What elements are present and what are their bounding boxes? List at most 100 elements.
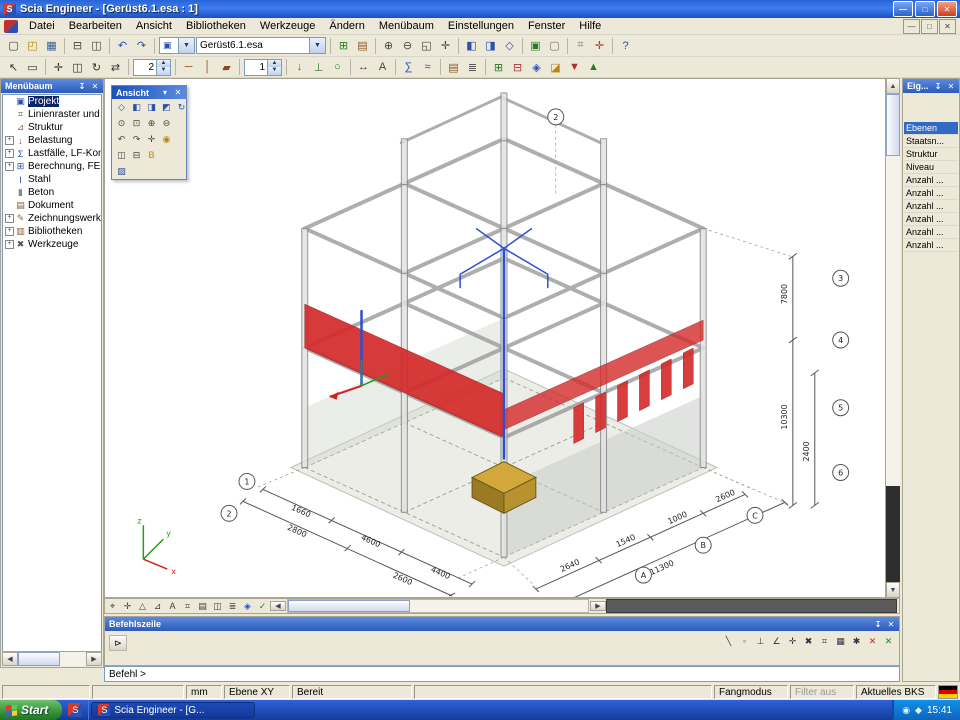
wireframe-icon[interactable]: ▢ bbox=[545, 37, 564, 54]
spinner-up-icon[interactable]: ▲ bbox=[268, 60, 281, 68]
support-icon[interactable]: ⊥ bbox=[309, 59, 328, 76]
load-icon[interactable]: ↓ bbox=[290, 59, 309, 76]
spinner-arrows[interactable]: ▲▼ bbox=[156, 60, 170, 75]
snap-star-icon[interactable]: ✱ bbox=[849, 634, 864, 648]
select-rect-icon[interactable]: ▭ bbox=[23, 59, 42, 76]
tree-item-projekt[interactable]: ▣Projekt bbox=[3, 95, 101, 108]
property-row-3[interactable]: Niveau bbox=[904, 161, 958, 174]
zoom-in-icon[interactable]: ⊕ bbox=[379, 37, 398, 54]
rotate-icon[interactable]: ↻ bbox=[87, 59, 106, 76]
tray-network-icon[interactable]: ◉ bbox=[902, 705, 910, 716]
close-icon[interactable]: ✕ bbox=[885, 619, 897, 630]
tree-item-stahl[interactable]: IStahl bbox=[3, 173, 101, 186]
render-icon[interactable]: ▣ bbox=[526, 37, 545, 54]
snap-grid-icon[interactable]: ⌗ bbox=[817, 634, 832, 648]
layers-icon[interactable]: ≣ bbox=[463, 59, 482, 76]
move-icon[interactable]: ✛ bbox=[49, 59, 68, 76]
menu-ändern[interactable]: Ändern bbox=[322, 18, 371, 34]
zoom-all-icon[interactable]: ⊙ bbox=[114, 116, 129, 130]
zoom-window-icon[interactable]: ⊡ bbox=[129, 116, 144, 130]
window-icon[interactable]: ◫ bbox=[210, 599, 225, 613]
scrollbar-track[interactable] bbox=[287, 599, 589, 613]
document-icon[interactable]: ▤ bbox=[444, 59, 463, 76]
tree-item-lastfaelle[interactable]: +ΣLastfälle, LF-Komb bbox=[3, 147, 101, 160]
plate-icon[interactable]: ▰ bbox=[217, 59, 236, 76]
close-icon[interactable]: ✕ bbox=[945, 81, 957, 92]
zoom-out-icon[interactable]: ⊖ bbox=[159, 116, 174, 130]
calculation-icon[interactable]: ∑ bbox=[399, 59, 418, 76]
view-axo-icon[interactable]: ◇ bbox=[500, 37, 519, 54]
viewport-vertical-scrollbar[interactable]: ▲ ▼ bbox=[886, 78, 900, 598]
expander-icon[interactable]: + bbox=[5, 240, 14, 249]
ansicht-header[interactable]: Ansicht ▾✕ bbox=[112, 86, 186, 99]
pin-icon[interactable]: ↧ bbox=[932, 81, 944, 92]
snap-perpendicular-icon[interactable]: ⊥ bbox=[753, 634, 768, 648]
snap-accept-icon[interactable]: ✕ bbox=[881, 634, 896, 648]
view-front-icon[interactable]: ◧ bbox=[462, 37, 481, 54]
beam-icon[interactable]: ─ bbox=[179, 59, 198, 76]
calculator-icon[interactable]: ⊞ bbox=[334, 37, 353, 54]
expander-icon[interactable]: + bbox=[5, 162, 14, 171]
tree-item-zeichnung[interactable]: +✎Zeichnungswerkz bbox=[3, 212, 101, 225]
chevron-down-icon[interactable]: ▾ bbox=[159, 87, 171, 98]
copy-icon[interactable]: ◫ bbox=[68, 59, 87, 76]
scroll-right-icon[interactable]: ▶ bbox=[86, 652, 102, 666]
tree-item-struktur[interactable]: ⊿Struktur bbox=[3, 121, 101, 134]
scale-spinner[interactable]: 2 ▲▼ bbox=[133, 59, 171, 76]
zoom-out-icon[interactable]: ⊖ bbox=[398, 37, 417, 54]
view-top-icon[interactable]: ◨ bbox=[481, 37, 500, 54]
snap-angle-icon[interactable]: ∠ bbox=[769, 634, 784, 648]
tray-volume-icon[interactable]: ◆ bbox=[915, 705, 922, 716]
chevron-down-icon[interactable]: ▼ bbox=[309, 38, 325, 53]
property-row-6[interactable]: Anzahl ... bbox=[904, 200, 958, 213]
scia-quicklaunch-icon[interactable]: S bbox=[68, 703, 82, 717]
close-button[interactable]: ✕ bbox=[937, 1, 957, 17]
preview-icon[interactable]: ◫ bbox=[87, 37, 106, 54]
tree-item-werkzeuge[interactable]: +✖Werkzeuge bbox=[3, 238, 101, 251]
shrink-icon[interactable]: ▼ bbox=[565, 59, 584, 76]
activity-on-icon[interactable]: ⊞ bbox=[489, 59, 508, 76]
clip-plane-icon[interactable]: ▨ bbox=[114, 164, 129, 178]
new-project-icon[interactable]: ▢ bbox=[4, 37, 23, 54]
expander-icon[interactable]: + bbox=[5, 149, 14, 158]
menu-fenster[interactable]: Fenster bbox=[521, 18, 572, 34]
scrollbar-track[interactable] bbox=[60, 652, 86, 666]
spinner-up-icon[interactable]: ▲ bbox=[157, 60, 170, 68]
property-row-7[interactable]: Anzahl ... bbox=[904, 213, 958, 226]
activity-off-icon[interactable]: ⊟ bbox=[508, 59, 527, 76]
camera-icon[interactable]: ◫ bbox=[114, 148, 129, 162]
dimension-icon[interactable]: ↔ bbox=[354, 59, 373, 76]
slope-icon[interactable]: ⊿ bbox=[150, 599, 165, 613]
tree-item-berechnung[interactable]: +⊞Berechnung, FE-N bbox=[3, 160, 101, 173]
drawing-canvas[interactable]: 1660 4600 4400 2800 2600 2640 1540 1000 … bbox=[104, 78, 886, 598]
scroll-left-icon[interactable]: ◀ bbox=[270, 601, 286, 611]
snap-raster-icon[interactable]: ▦ bbox=[833, 634, 848, 648]
expander-icon[interactable]: + bbox=[5, 214, 14, 223]
engineering-report-icon[interactable]: ▤ bbox=[353, 37, 372, 54]
scroll-left-icon[interactable]: ◀ bbox=[2, 652, 18, 666]
property-row-4[interactable]: Anzahl ... bbox=[904, 174, 958, 187]
menu-menübaum[interactable]: Menübaum bbox=[372, 18, 441, 34]
background-icon[interactable]: B bbox=[144, 148, 159, 162]
menu-einstellungen[interactable]: Einstellungen bbox=[441, 18, 521, 34]
scroll-down-icon[interactable]: ▼ bbox=[886, 582, 900, 598]
minimize-button[interactable]: — bbox=[893, 1, 913, 17]
redo-icon[interactable]: ↷ bbox=[132, 37, 151, 54]
zoom-previous-icon[interactable]: ↶ bbox=[114, 132, 129, 146]
property-row-8[interactable]: Anzahl ... bbox=[904, 226, 958, 239]
save-icon[interactable]: ▦ bbox=[42, 37, 61, 54]
help-icon[interactable]: ? bbox=[616, 37, 635, 54]
mirror-icon[interactable]: ⇄ bbox=[106, 59, 125, 76]
spinner-arrows[interactable]: ▲▼ bbox=[267, 60, 281, 75]
spinner-down-icon[interactable]: ▼ bbox=[157, 67, 170, 75]
menu-datei[interactable]: Datei bbox=[22, 18, 62, 34]
expander-icon[interactable]: + bbox=[5, 227, 14, 236]
snap-clear-icon[interactable]: ✕ bbox=[865, 634, 880, 648]
project-combo[interactable]: Gerüst6.1.esa ▼ bbox=[196, 37, 326, 54]
snap-intersection-icon[interactable]: ✛ bbox=[785, 634, 800, 648]
snap-endpoint-icon[interactable]: ╲ bbox=[721, 634, 736, 648]
command-line-header[interactable]: Befehlszeile ↧✕ bbox=[105, 617, 899, 631]
triangle-icon[interactable]: △ bbox=[135, 599, 150, 613]
section-icon[interactable]: ◪ bbox=[546, 59, 565, 76]
scroll-right-icon[interactable]: ▶ bbox=[590, 601, 606, 611]
